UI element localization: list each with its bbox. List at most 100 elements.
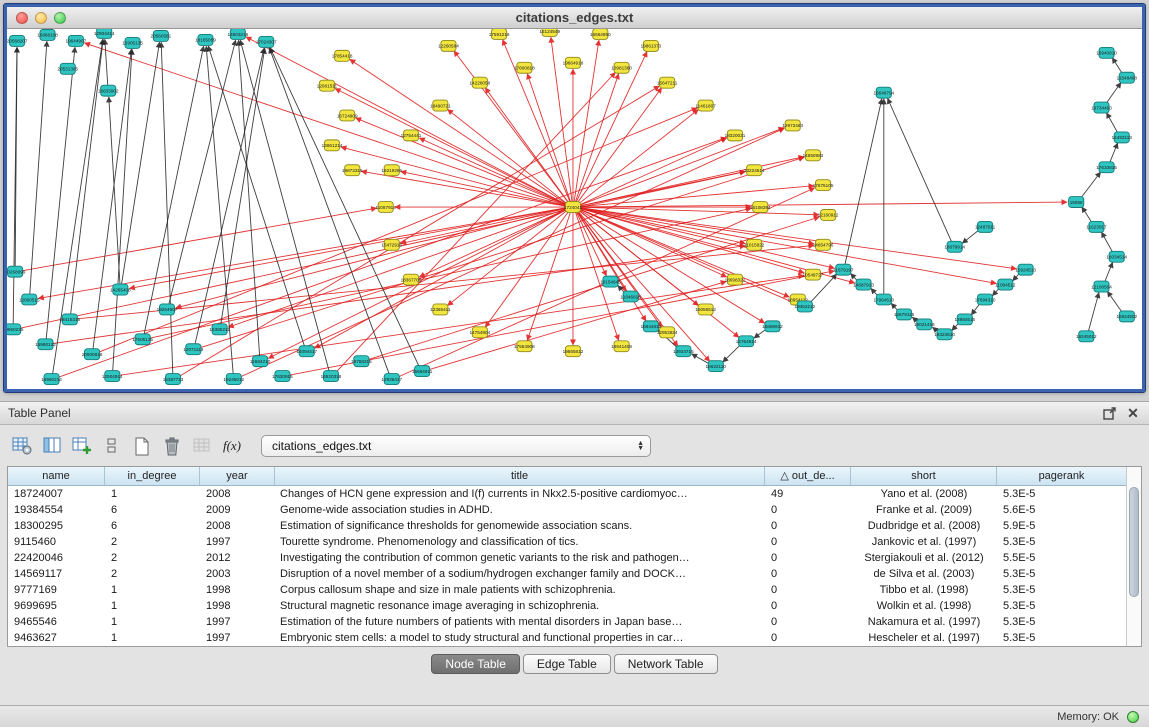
graph-node[interactable]: 16844812 [641, 321, 662, 332]
graph-node[interactable]: 14754904 [469, 327, 490, 338]
graph-node[interactable]: 11679197 [833, 264, 854, 275]
tab-node-table[interactable]: Node Table [431, 654, 520, 674]
graph-node[interactable]: 16633902 [98, 85, 119, 96]
graph-edge[interactable] [1080, 172, 1100, 199]
graph-edge[interactable] [178, 86, 659, 377]
graph-edge[interactable] [1107, 113, 1119, 134]
graph-node[interactable]: 19664918 [563, 57, 584, 68]
graph-node[interactable]: 15387713 [163, 374, 184, 385]
graph-node[interactable]: 19768215 [351, 356, 372, 367]
graph-node[interactable]: 12764514 [736, 336, 757, 347]
graph-node[interactable]: 13224614 [744, 165, 765, 176]
graph-node[interactable]: 12081511 [317, 80, 338, 91]
graph-edge[interactable] [105, 39, 108, 86]
graph-edge[interactable] [270, 48, 420, 368]
graph-edge[interactable] [503, 40, 571, 204]
graph-edge[interactable] [576, 52, 647, 204]
graph-node[interactable]: 19245012 [1076, 331, 1097, 342]
graph-edge[interactable] [350, 59, 568, 204]
graph-node[interactable]: 15905135 [122, 37, 143, 48]
graph-node[interactable]: 17024307 [256, 36, 277, 47]
graph-node[interactable]: 15889912 [762, 321, 783, 332]
close-panel-icon[interactable]: ✕ [1125, 405, 1141, 421]
graph-edge[interactable] [579, 202, 1067, 207]
graph-node[interactable]: 16648794 [873, 87, 894, 98]
tab-network-table[interactable]: Network Table [614, 654, 718, 674]
graph-node[interactable]: 12904414 [94, 29, 115, 38]
table-row[interactable]: 1938455462009Genome-wide association stu… [8, 502, 1126, 518]
graph-edge[interactable] [238, 40, 259, 357]
graph-node[interactable]: 18165059 [195, 34, 216, 45]
graph-edge[interactable] [21, 208, 377, 271]
graph-edge[interactable] [84, 43, 567, 206]
graph-node[interactable]: 12973483 [782, 120, 803, 131]
graph-edge[interactable] [579, 208, 996, 284]
column-header[interactable]: △ out_de... [765, 467, 851, 486]
graph-node[interactable]: 14854796 [813, 239, 834, 250]
graph-node[interactable]: 18679914 [944, 241, 965, 252]
graph-node[interactable]: 11623017 [1086, 221, 1107, 232]
graph-node[interactable]: 15924513 [1015, 264, 1036, 275]
graph-node[interactable]: 17591218 [489, 29, 510, 39]
graph-node[interactable]: 11461807 [695, 100, 716, 111]
graph-edge[interactable] [70, 39, 103, 315]
graph-edge[interactable] [161, 42, 173, 375]
graph-edge[interactable] [269, 48, 389, 376]
graph-node[interactable]: 18415316 [59, 314, 80, 325]
graph-node[interactable]: 19644907 [65, 35, 86, 46]
table-row[interactable]: 969969511998Structural magnetic resonanc… [8, 598, 1126, 614]
graph-node[interactable]: 18622110 [706, 361, 727, 372]
graph-edge[interactable] [1104, 262, 1112, 283]
graph-node[interactable]: 17964510 [873, 294, 894, 305]
graph-edge[interactable] [356, 118, 568, 206]
graph-node[interactable]: 17505135 [132, 334, 153, 345]
graph-node[interactable]: 14850983 [803, 150, 824, 161]
graph-node[interactable]: 19264907 [157, 304, 178, 315]
graph-node[interactable]: 12100504 [1091, 281, 1112, 292]
graph-node[interactable]: 16664950 [590, 29, 611, 39]
table-vertical-scrollbar[interactable] [1126, 467, 1141, 646]
graph-node[interactable]: 17854418 [332, 50, 353, 61]
graph-node[interactable]: 20560561 [151, 30, 172, 41]
delete-table-button[interactable] [159, 434, 185, 458]
graph-node[interactable]: 15958 [1069, 197, 1084, 208]
graph-node[interactable]: 12754441 [401, 130, 422, 141]
graph-node[interactable]: 15647211 [657, 77, 678, 88]
graph-edge[interactable] [121, 42, 159, 285]
graph-node[interactable]: 12365411 [430, 304, 451, 315]
graph-edge[interactable] [527, 74, 571, 204]
graph-edge[interactable] [315, 209, 568, 348]
graph-edge[interactable] [109, 97, 120, 286]
graph-node[interactable]: 12260584 [438, 40, 459, 51]
graph-node[interactable]: 16940810 [1096, 47, 1117, 58]
graph-node[interactable]: 14228058 [469, 77, 490, 88]
graph-node[interactable]: 19565812 [563, 346, 584, 357]
graph-node[interactable]: 18320021 [725, 130, 746, 141]
graph-node[interactable]: 16520318 [321, 371, 342, 382]
graph-node[interactable]: 15124549 [539, 29, 560, 36]
graph-node[interactable]: 11684210 [250, 356, 271, 367]
table-row[interactable]: 1830029562008Estimation of significance … [8, 518, 1126, 534]
table-row[interactable]: 911546021997Tourette syndrome. Phenomeno… [8, 534, 1126, 550]
column-header[interactable]: title [275, 467, 765, 486]
graph-edge[interactable] [485, 88, 569, 204]
graph-node[interactable]: 12160912 [818, 209, 839, 220]
network-canvas[interactable]: 1724041161083941101582218698321150565121… [7, 29, 1142, 389]
graph-node[interactable]: 13861214 [322, 140, 343, 151]
graph-node[interactable]: 18367705 [401, 274, 422, 285]
column-header[interactable]: in_degree [105, 467, 200, 486]
graph-node[interactable]: 13934715 [673, 346, 694, 357]
graph-node[interactable]: 1724041 [564, 202, 583, 213]
graph-edge[interactable] [579, 208, 745, 244]
table-row[interactable]: 1872400712008Changes of HCN gene express… [8, 486, 1126, 502]
graph-node[interactable]: 15472916 [381, 239, 402, 250]
table-header-row[interactable]: namein_degreeyeartitle△ out_de...shortpa… [8, 467, 1126, 486]
graph-node[interactable]: 14094417 [296, 346, 317, 357]
graph-node[interactable]: 12487911 [975, 221, 996, 232]
graph-node[interactable]: 12938417 [381, 374, 402, 385]
table-row[interactable]: 946362711997Embryonic stem cells: a mode… [8, 630, 1126, 646]
graph-node[interactable]: 18698321 [725, 274, 746, 285]
graph-node[interactable]: 16021418 [914, 319, 935, 330]
function-builder-button[interactable]: f(x) [219, 434, 245, 458]
graph-node[interactable]: 18960214 [41, 374, 62, 385]
